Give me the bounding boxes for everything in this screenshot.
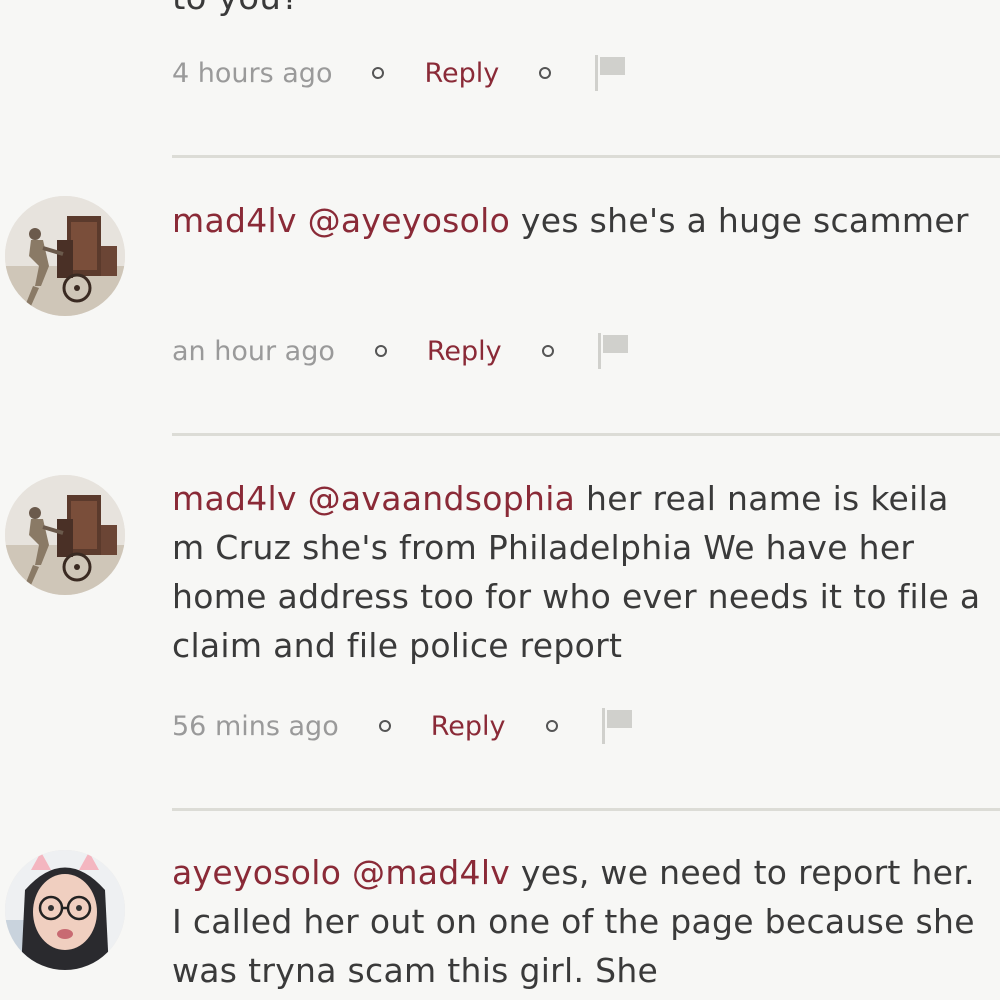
reply-button[interactable]: Reply: [431, 711, 506, 742]
comment-mention[interactable]: @mad4lv: [352, 853, 510, 892]
comment-body: mad4lv @ayeyosolo yes she's a huge scamm…: [172, 196, 987, 245]
user-avatar[interactable]: [5, 850, 125, 970]
user-avatar[interactable]: [5, 196, 125, 316]
reply-button[interactable]: Reply: [424, 58, 499, 89]
comment-body: mad4lv @avaandsophia her real name is ke…: [172, 474, 987, 670]
comment-username[interactable]: ayeyosolo: [172, 853, 341, 892]
separator-dot: [372, 67, 385, 79]
comment-divider: [172, 433, 1000, 436]
comment-body: ayeyosolo @mad4lv yes, we need to report…: [172, 848, 987, 995]
comment-mention[interactable]: @avaandsophia: [308, 479, 576, 518]
separator-dot: [541, 345, 554, 357]
separator-dot: [539, 67, 552, 79]
comment-timestamp: an hour ago: [172, 335, 335, 367]
comment-text: yes she's a huge scammer: [520, 201, 969, 240]
comment-meta-row: an hour ago Reply: [172, 331, 634, 371]
comment-username[interactable]: mad4lv: [172, 201, 297, 240]
reply-button[interactable]: Reply: [427, 336, 502, 367]
separator-dot: [374, 345, 387, 357]
flag-icon[interactable]: [598, 706, 638, 746]
man-pushing-cart-avatar-icon: [5, 196, 125, 316]
comment-username[interactable]: mad4lv: [172, 479, 297, 518]
comment-timestamp: 56 mins ago: [172, 710, 339, 742]
user-avatar[interactable]: [5, 475, 125, 595]
comment-meta-row: 4 hours ago Reply: [172, 53, 631, 93]
comment-meta-row: 56 mins ago Reply: [172, 706, 638, 746]
flag-icon[interactable]: [591, 53, 631, 93]
woman-with-glasses-avatar-icon: [5, 850, 125, 970]
comment-divider: [172, 808, 1000, 811]
comment-divider: [172, 155, 1000, 158]
comment-mention[interactable]: @ayeyosolo: [308, 201, 511, 240]
separator-dot: [378, 720, 391, 732]
man-pushing-cart-avatar-icon: [5, 475, 125, 595]
comment-text-partial: to you?: [172, 0, 300, 18]
separator-dot: [545, 720, 558, 732]
flag-icon[interactable]: [594, 331, 634, 371]
comment-timestamp: 4 hours ago: [172, 57, 333, 89]
